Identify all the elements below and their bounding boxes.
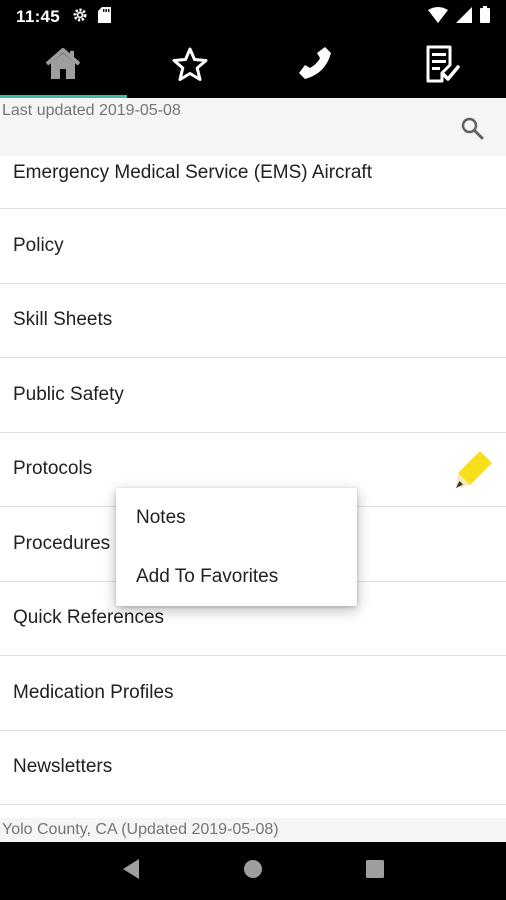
list-item-label: Newsletters [13,756,113,778]
system-nav-bar [0,842,506,900]
phone-icon [297,45,335,88]
list-item-label: Medication Profiles [13,681,174,703]
list-item-label: Protocols [13,458,93,480]
header-strip: Last updated 2019-05-08 [0,98,506,156]
list-item[interactable]: Skill Sheets [0,284,506,358]
status-bar: 11:45 [0,0,506,34]
tab-phone[interactable] [253,34,380,98]
tab-checklist[interactable] [380,34,506,98]
sd-card-icon [98,6,112,28]
top-nav-bar [0,34,506,98]
search-icon [460,116,484,145]
battery-icon [480,6,490,28]
checklist-icon [426,45,460,88]
search-button[interactable] [458,116,486,144]
category-list: Emergency Medical Service (EMS) Aircraft… [0,156,506,805]
context-menu: Notes Add To Favorites [116,488,357,606]
menu-item-label: Notes [136,506,186,528]
list-item-label: Skill Sheets [13,309,113,331]
list-item-label: Policy [13,234,64,256]
menu-item-add-to-favorites[interactable]: Add To Favorites [116,547,357,606]
status-time: 11:45 [16,7,61,26]
list-item-label: Public Safety [13,383,124,405]
last-updated-text: Last updated 2019-05-08 [2,102,181,119]
recents-icon[interactable] [365,859,385,884]
list-item[interactable]: Public Safety [0,358,506,433]
list-item[interactable]: Newsletters [0,731,506,805]
list-item[interactable]: Policy [0,209,506,284]
menu-item-notes[interactable]: Notes [116,488,357,547]
tab-home[interactable] [0,34,127,98]
list-item-label: Procedures [13,532,111,554]
list-item-label: Emergency Medical Service (EMS) Aircraft [13,162,372,183]
pencil-icon[interactable] [454,449,494,495]
back-icon[interactable] [121,858,141,885]
list-item[interactable]: Emergency Medical Service (EMS) Aircraft [0,156,506,209]
footer-strip: Yolo County, CA (Updated 2019-05-08) [0,818,506,842]
menu-item-label: Add To Favorites [136,565,279,587]
list-item-label: Quick References [13,607,165,629]
gear-icon [72,7,88,28]
list-item[interactable]: Medication Profiles [0,656,506,731]
home-circle-icon[interactable] [242,858,264,885]
cell-signal-icon [456,6,472,28]
footer-text: Yolo County, CA (Updated 2019-05-08) [2,821,279,838]
star-icon [172,47,208,86]
home-icon [45,47,81,85]
wifi-icon [428,6,448,28]
tab-favorites[interactable] [127,34,254,98]
